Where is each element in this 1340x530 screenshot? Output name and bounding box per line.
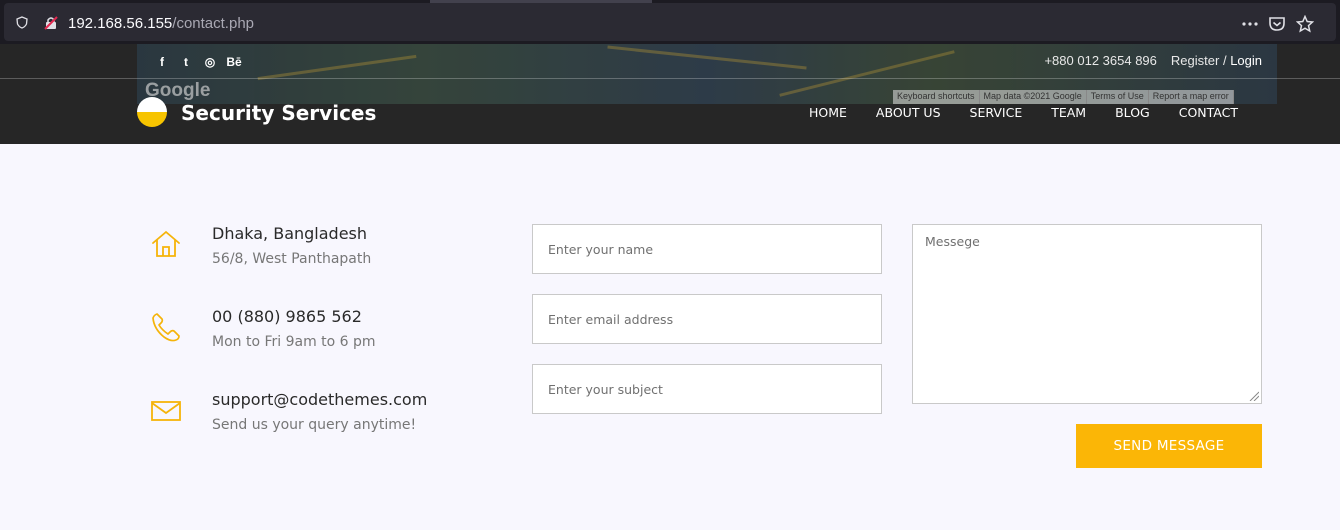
contact-info-phone: 00 (880) 9865 562 Mon to Fri 9am to 6 pm — [150, 307, 490, 367]
contact-info-title: support@codethemes.com — [212, 390, 428, 409]
topbar-phone: +880 012 3654 896 — [1044, 53, 1157, 68]
url-host: 192.168.56.155 — [68, 15, 173, 32]
address-bar[interactable]: 192.168.56.155/contact.php — [4, 3, 1336, 41]
brand-logo-icon[interactable] — [137, 97, 167, 127]
topbar-divider — [0, 78, 1340, 79]
login-link[interactable]: Login — [1230, 53, 1262, 68]
home-icon — [152, 230, 180, 257]
social-links: f t ◎ Bē — [150, 55, 246, 69]
map-road — [257, 54, 417, 81]
twitter-icon[interactable]: t — [174, 55, 198, 69]
bookmark-star-icon[interactable] — [1296, 15, 1314, 33]
nav-home[interactable]: HOME — [809, 105, 847, 120]
nav-service[interactable]: SERVICE — [970, 105, 1023, 120]
dribbble-icon[interactable]: ◎ — [198, 55, 222, 69]
contact-info-subtitle: Mon to Fri 9am to 6 pm — [212, 334, 376, 350]
site-header: Google Keyboard shortcuts Map data ©2021… — [0, 44, 1340, 144]
mail-icon — [151, 401, 181, 421]
email-input[interactable] — [533, 295, 881, 343]
map-road — [607, 45, 807, 70]
subject-field — [532, 364, 882, 414]
topbar-contact: +880 012 3654 896 Register / Login — [1044, 53, 1262, 68]
facebook-icon[interactable]: f — [150, 55, 174, 69]
behance-icon[interactable]: Bē — [222, 55, 246, 69]
contact-info-subtitle: 56/8, West Panthapath — [212, 251, 372, 267]
map-terms-link[interactable]: Terms of Use — [1087, 90, 1149, 104]
insecure-lock-icon[interactable] — [44, 16, 58, 30]
map-attribution: Keyboard shortcuts Map data ©2021 Google… — [893, 90, 1234, 104]
register-link[interactable]: Register — [1171, 53, 1219, 68]
email-field — [532, 294, 882, 344]
url-text[interactable]: 192.168.56.155/contact.php — [68, 15, 254, 32]
send-message-button[interactable]: SEND MESSAGE — [1076, 424, 1262, 468]
map-keyboard-shortcuts-link[interactable]: Keyboard shortcuts — [893, 90, 980, 104]
contact-info-title: 00 (880) 9865 562 — [212, 307, 362, 326]
nav-about-us[interactable]: ABOUT US — [876, 105, 941, 120]
main-nav: HOME ABOUT US SERVICE TEAM BLOG CONTACT — [809, 105, 1238, 120]
name-input[interactable] — [533, 225, 881, 273]
message-textarea[interactable] — [913, 225, 1261, 403]
auth-separator: / — [1222, 53, 1227, 68]
phone-icon — [152, 313, 180, 342]
contact-info-title: Dhaka, Bangladesh — [212, 224, 368, 243]
nav-blog[interactable]: BLOG — [1115, 105, 1150, 120]
name-field — [532, 224, 882, 274]
more-actions-icon[interactable] — [1241, 15, 1259, 33]
nav-contact[interactable]: CONTACT — [1179, 105, 1238, 120]
map-data-text: Map data ©2021 Google — [980, 90, 1087, 104]
browser-toolbar: 192.168.56.155/contact.php — [0, 0, 1340, 44]
brand-name[interactable]: Security Services — [181, 101, 376, 125]
contact-info-email: support@codethemes.com Send us your quer… — [150, 390, 490, 450]
resize-handle-icon[interactable] — [1249, 391, 1259, 401]
contact-info-subtitle: Send us your query anytime! — [212, 417, 417, 433]
nav-team[interactable]: TEAM — [1051, 105, 1086, 120]
shield-icon[interactable] — [16, 16, 28, 29]
subject-input[interactable] — [533, 365, 881, 413]
contact-info-address: Dhaka, Bangladesh 56/8, West Panthapath — [150, 224, 490, 284]
pocket-icon[interactable] — [1268, 15, 1286, 33]
auth-links: Register / Login — [1171, 53, 1262, 68]
message-field — [912, 224, 1262, 404]
map-report-error-link[interactable]: Report a map error — [1149, 90, 1234, 104]
url-path: /contact.php — [172, 15, 255, 32]
